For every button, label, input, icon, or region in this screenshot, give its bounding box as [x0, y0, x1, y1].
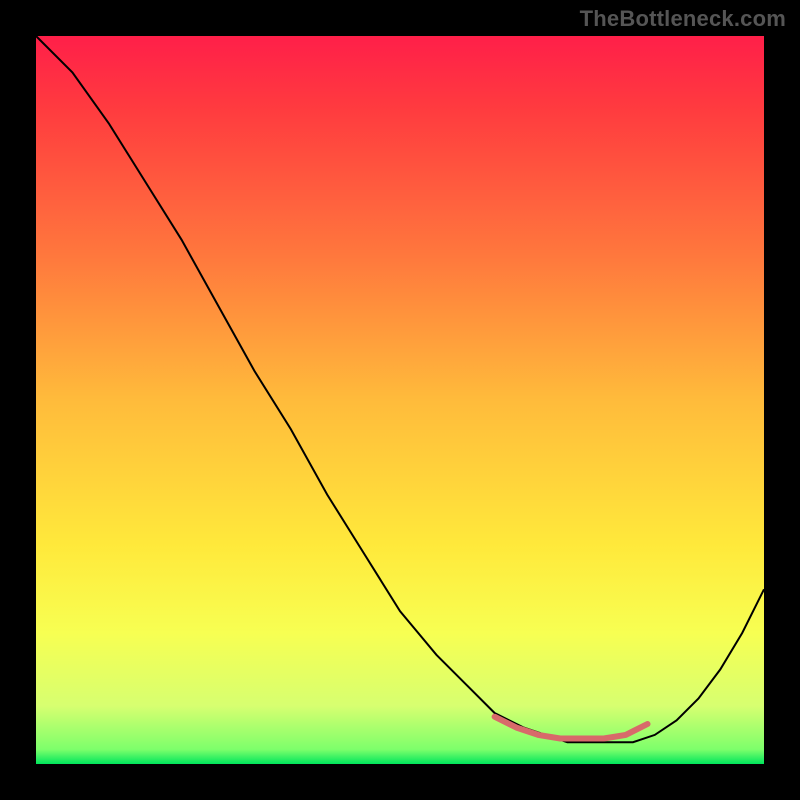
chart-svg: [0, 0, 800, 800]
plot-background: [36, 36, 764, 764]
watermark-text: TheBottleneck.com: [580, 6, 786, 32]
chart-canvas: { "watermark": "TheBottleneck.com", "cha…: [0, 0, 800, 800]
